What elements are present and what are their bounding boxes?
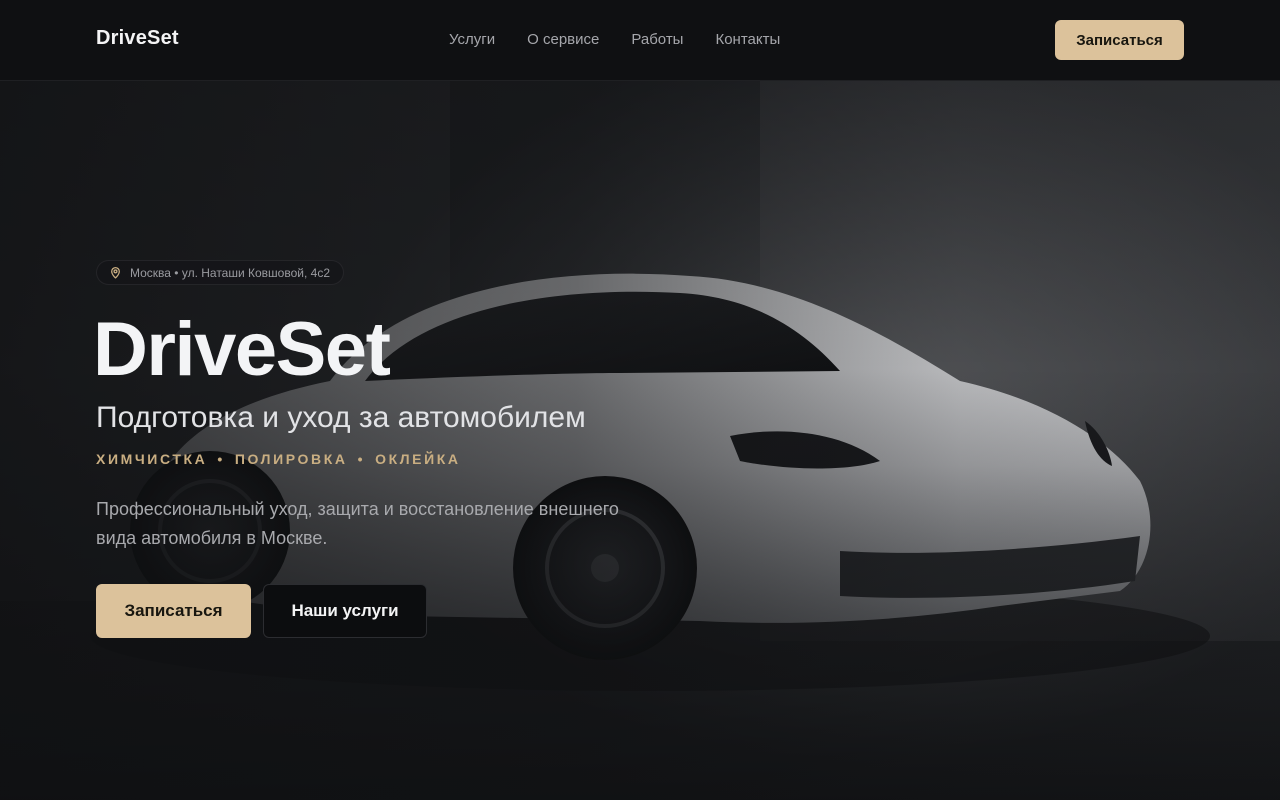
header-signup-button[interactable]: Записаться	[1055, 20, 1184, 60]
hero-subtitle: Подготовка и уход за автомобилем	[96, 401, 586, 434]
hero-description: Профессиональный уход, защита и восстано…	[96, 499, 619, 548]
nav-item-contacts[interactable]: Контакты	[715, 31, 780, 48]
main-nav: Услуги О сервисе Работы Контакты	[449, 31, 780, 48]
map-pin-icon	[109, 266, 122, 279]
service-polishing: ПОЛИРОВКА	[234, 451, 348, 467]
site-logo[interactable]: DriveSet	[96, 27, 179, 50]
services-list: ХИМЧИСТКА • ПОЛИРОВКА • ОКЛЕЙКА	[96, 451, 461, 467]
nav-item-services[interactable]: Услуги	[449, 31, 495, 48]
service-separator: •	[357, 451, 366, 467]
our-services-button[interactable]: Наши услуги	[263, 584, 427, 638]
hero-title: DriveSet	[93, 307, 391, 392]
top-navbar: DriveSet Услуги О сервисе Работы Контакт…	[0, 0, 1280, 81]
service-dry-cleaning: ХИМЧИСТКА	[96, 451, 208, 467]
nav-item-works[interactable]: Работы	[631, 31, 683, 48]
service-separator: •	[217, 451, 225, 467]
page: DriveSet Услуги О сервисе Работы Контакт…	[0, 0, 1280, 800]
location-badge: Москва • ул. Наташи Ковшовой, 4с2	[96, 260, 344, 285]
signup-button[interactable]: Записаться	[96, 584, 251, 638]
nav-item-about[interactable]: О сервисе	[527, 31, 599, 48]
location-text: Москва • ул. Наташи Ковшовой, 4с2	[130, 265, 330, 280]
service-wrapping: ОКЛЕЙКА	[375, 451, 461, 467]
hero-overlay	[0, 81, 1280, 800]
